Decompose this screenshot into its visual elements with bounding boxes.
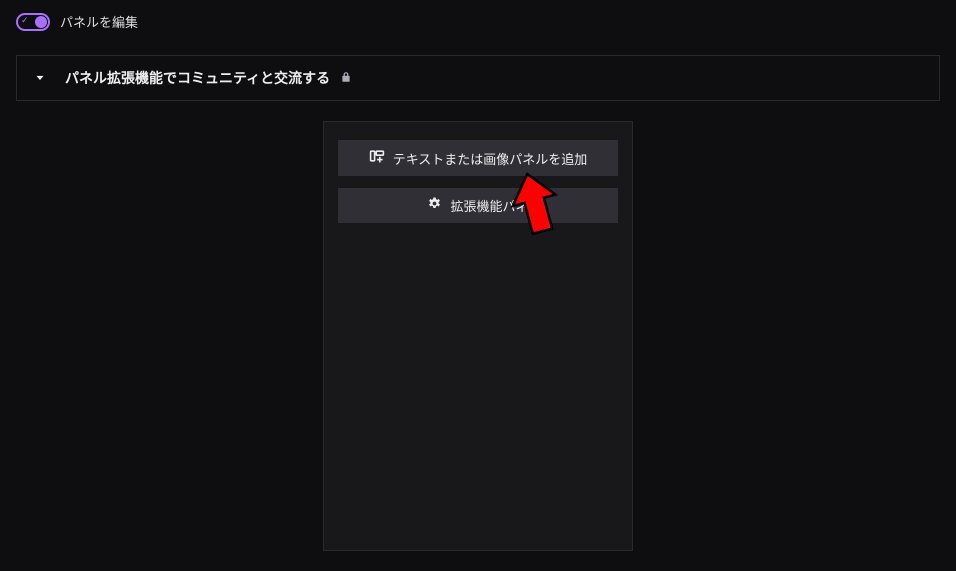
add-extension-label: 拡張機能パネ <box>450 196 528 215</box>
add-text-image-label: テキストまたは画像パネルを追加 <box>393 149 588 168</box>
chevron-down-icon <box>33 71 47 85</box>
add-extension-panel-button[interactable]: 拡張機能パネ <box>338 188 618 223</box>
accordion-title: パネル拡張機能でコミュニティと交流する <box>65 68 352 88</box>
extension-accordion[interactable]: パネル拡張機能でコミュニティと交流する <box>16 55 940 101</box>
edit-panels-label: パネルを編集 <box>60 12 138 31</box>
lock-icon <box>340 71 352 83</box>
accordion-title-text: パネル拡張機能でコミュニティと交流する <box>65 71 330 87</box>
panel-add-area: テキストまたは画像パネルを追加 拡張機能パネ <box>323 121 633 551</box>
top-bar: ✓ パネルを編集 <box>0 0 956 43</box>
toggle-check-icon: ✓ <box>21 17 29 26</box>
gear-icon <box>427 196 442 215</box>
toggle-knob <box>35 16 47 28</box>
edit-panels-toggle[interactable]: ✓ <box>16 13 50 31</box>
add-panel-icon <box>369 148 385 168</box>
add-text-image-panel-button[interactable]: テキストまたは画像パネルを追加 <box>338 140 618 176</box>
